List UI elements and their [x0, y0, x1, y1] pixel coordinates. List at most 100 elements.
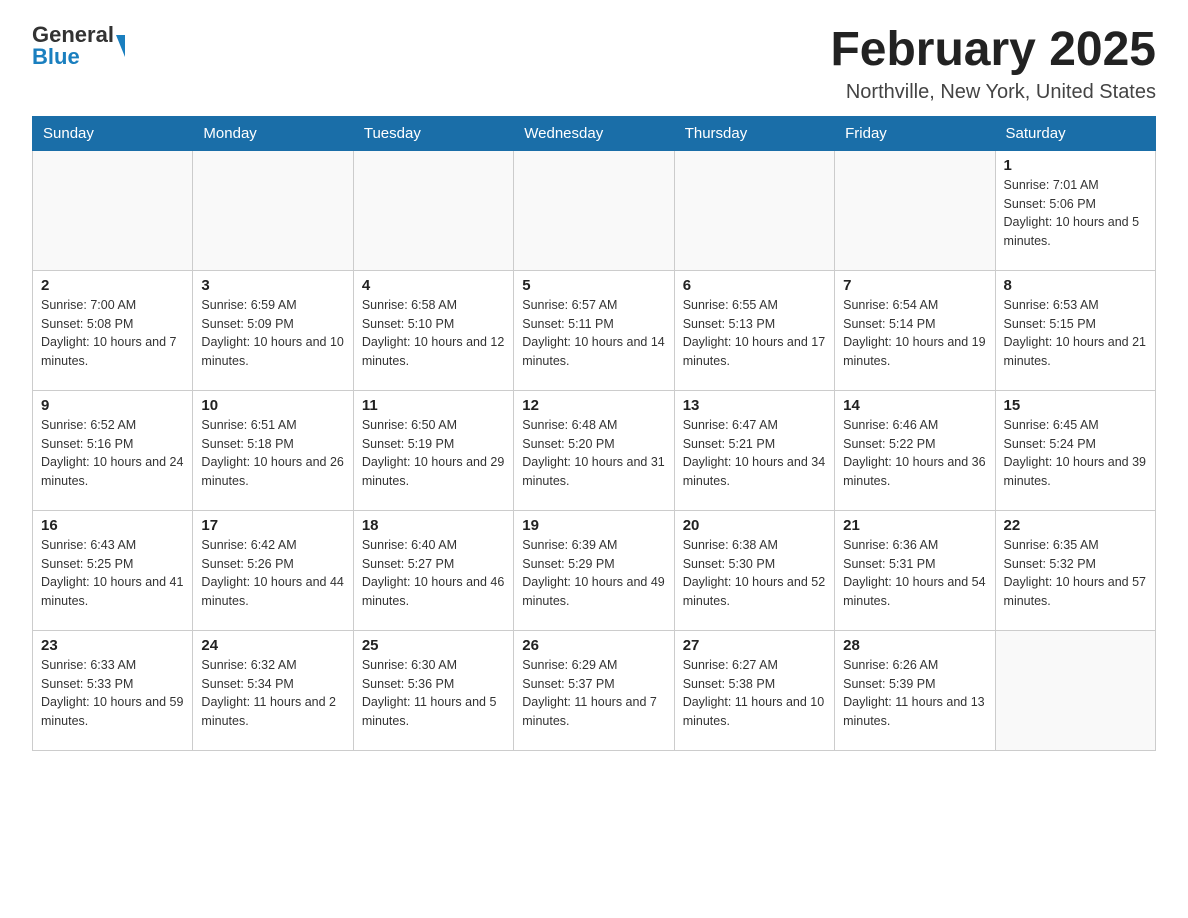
calendar-header-saturday: Saturday — [995, 116, 1155, 150]
calendar-header-row: SundayMondayTuesdayWednesdayThursdayFrid… — [33, 116, 1156, 150]
calendar-day-cell — [193, 150, 353, 270]
calendar-day-cell: 20Sunrise: 6:38 AM Sunset: 5:30 PM Dayli… — [674, 510, 834, 630]
day-number: 23 — [41, 637, 184, 654]
calendar-day-cell: 18 Sunrise: 6:40 AM Sunset: 5:27 PM Dayli… — [353, 510, 513, 630]
day-number: 18 — [362, 517, 505, 534]
day-number: 14 — [843, 397, 986, 414]
day-number: 12 — [522, 397, 665, 414]
calendar-week-2: 9 Sunrise: 6:52 AM Sunset: 5:16 PM Daylig… — [33, 390, 1156, 510]
day-number: 22 — [1004, 517, 1147, 534]
calendar-day-cell: 4 Sunrise: 6:58 AM Sunset: 5:10 PM Daylig… — [353, 270, 513, 390]
day-number: 27 — [683, 637, 826, 654]
day-info: Sunrise: 6:40 AM Sunset: 5:27 PM Dayligh… — [362, 536, 505, 611]
calendar-day-cell: 17 Sunrise: 6:42 AM Sunset: 5:26 PM Dayli… — [193, 510, 353, 630]
calendar: SundayMondayTuesdayWednesdayThursdayFrid… — [32, 116, 1156, 751]
calendar-day-cell: 14 Sunrise: 6:46 AM Sunset: 5:22 PM Dayli… — [835, 390, 995, 510]
day-info: Sunrise: 6:32 AM Sunset: 5:34 PM Dayligh… — [201, 656, 344, 731]
day-number: 24 — [201, 637, 344, 654]
day-number: 2 — [41, 277, 184, 294]
day-number: 28 — [843, 637, 986, 654]
day-info: Sunrise: 6:26 AM Sunset: 5:39 PM Dayligh… — [843, 656, 986, 731]
calendar-day-cell: 21 Sunrise: 6:36 AM Sunset: 5:31 PM Dayli… — [835, 510, 995, 630]
calendar-week-0: 1 Sunrise: 7:01 AM Sunset: 5:06 PM Daylig… — [33, 150, 1156, 270]
logo-blue: Blue — [32, 46, 114, 68]
calendar-header-monday: Monday — [193, 116, 353, 150]
day-number: 4 — [362, 277, 505, 294]
calendar-week-1: 2Sunrise: 7:00 AM Sunset: 5:08 PM Daylig… — [33, 270, 1156, 390]
month-title: February 2025 — [830, 24, 1156, 77]
calendar-header-thursday: Thursday — [674, 116, 834, 150]
logo-general: General — [32, 24, 114, 46]
day-info: Sunrise: 6:55 AM Sunset: 5:13 PM Dayligh… — [683, 296, 826, 371]
day-info: Sunrise: 6:58 AM Sunset: 5:10 PM Dayligh… — [362, 296, 505, 371]
calendar-day-cell — [835, 150, 995, 270]
day-info: Sunrise: 6:45 AM Sunset: 5:24 PM Dayligh… — [1004, 416, 1147, 491]
calendar-day-cell: 22Sunrise: 6:35 AM Sunset: 5:32 PM Dayli… — [995, 510, 1155, 630]
day-number: 9 — [41, 397, 184, 414]
calendar-header-wednesday: Wednesday — [514, 116, 674, 150]
calendar-day-cell: 1 Sunrise: 7:01 AM Sunset: 5:06 PM Daylig… — [995, 150, 1155, 270]
calendar-day-cell — [33, 150, 193, 270]
calendar-week-4: 23 Sunrise: 6:33 AM Sunset: 5:33 PM Dayli… — [33, 630, 1156, 750]
calendar-day-cell: 28 Sunrise: 6:26 AM Sunset: 5:39 PM Dayli… — [835, 630, 995, 750]
day-info: Sunrise: 6:36 AM Sunset: 5:31 PM Dayligh… — [843, 536, 986, 611]
day-info: Sunrise: 6:47 AM Sunset: 5:21 PM Dayligh… — [683, 416, 826, 491]
day-info: Sunrise: 6:33 AM Sunset: 5:33 PM Dayligh… — [41, 656, 184, 731]
day-number: 26 — [522, 637, 665, 654]
day-number: 1 — [1004, 157, 1147, 174]
day-number: 6 — [683, 277, 826, 294]
day-number: 10 — [201, 397, 344, 414]
day-number: 25 — [362, 637, 505, 654]
calendar-day-cell: 27Sunrise: 6:27 AM Sunset: 5:38 PM Dayli… — [674, 630, 834, 750]
calendar-day-cell: 25 Sunrise: 6:30 AM Sunset: 5:36 PM Dayli… — [353, 630, 513, 750]
page-header: General Blue February 2025 Northville, N… — [32, 24, 1156, 104]
day-number: 13 — [683, 397, 826, 414]
day-number: 8 — [1004, 277, 1147, 294]
calendar-day-cell — [995, 630, 1155, 750]
calendar-day-cell — [353, 150, 513, 270]
day-number: 11 — [362, 397, 505, 414]
title-section: February 2025 Northville, New York, Unit… — [830, 24, 1156, 104]
logo: General Blue — [32, 24, 125, 68]
calendar-day-cell: 12 Sunrise: 6:48 AM Sunset: 5:20 PM Dayli… — [514, 390, 674, 510]
day-info: Sunrise: 6:52 AM Sunset: 5:16 PM Dayligh… — [41, 416, 184, 491]
day-info: Sunrise: 7:01 AM Sunset: 5:06 PM Dayligh… — [1004, 176, 1147, 251]
calendar-header-tuesday: Tuesday — [353, 116, 513, 150]
calendar-day-cell: 15 Sunrise: 6:45 AM Sunset: 5:24 PM Dayli… — [995, 390, 1155, 510]
logo-triangle-icon — [116, 35, 125, 57]
day-number: 17 — [201, 517, 344, 534]
day-info: Sunrise: 6:46 AM Sunset: 5:22 PM Dayligh… — [843, 416, 986, 491]
calendar-day-cell: 9 Sunrise: 6:52 AM Sunset: 5:16 PM Daylig… — [33, 390, 193, 510]
day-info: Sunrise: 6:42 AM Sunset: 5:26 PM Dayligh… — [201, 536, 344, 611]
day-info: Sunrise: 6:53 AM Sunset: 5:15 PM Dayligh… — [1004, 296, 1147, 371]
day-info: Sunrise: 6:48 AM Sunset: 5:20 PM Dayligh… — [522, 416, 665, 491]
day-number: 19 — [522, 517, 665, 534]
day-info: Sunrise: 6:30 AM Sunset: 5:36 PM Dayligh… — [362, 656, 505, 731]
day-info: Sunrise: 6:38 AM Sunset: 5:30 PM Dayligh… — [683, 536, 826, 611]
calendar-day-cell: 13 Sunrise: 6:47 AM Sunset: 5:21 PM Dayli… — [674, 390, 834, 510]
day-info: Sunrise: 6:54 AM Sunset: 5:14 PM Dayligh… — [843, 296, 986, 371]
calendar-day-cell: 26 Sunrise: 6:29 AM Sunset: 5:37 PM Dayli… — [514, 630, 674, 750]
day-number: 15 — [1004, 397, 1147, 414]
day-number: 5 — [522, 277, 665, 294]
day-info: Sunrise: 6:59 AM Sunset: 5:09 PM Dayligh… — [201, 296, 344, 371]
calendar-day-cell: 10 Sunrise: 6:51 AM Sunset: 5:18 PM Dayli… — [193, 390, 353, 510]
calendar-day-cell: 23 Sunrise: 6:33 AM Sunset: 5:33 PM Dayli… — [33, 630, 193, 750]
day-number: 7 — [843, 277, 986, 294]
day-info: Sunrise: 6:50 AM Sunset: 5:19 PM Dayligh… — [362, 416, 505, 491]
day-info: Sunrise: 6:29 AM Sunset: 5:37 PM Dayligh… — [522, 656, 665, 731]
day-number: 21 — [843, 517, 986, 534]
day-number: 3 — [201, 277, 344, 294]
location: Northville, New York, United States — [830, 81, 1156, 104]
calendar-day-cell: 24 Sunrise: 6:32 AM Sunset: 5:34 PM Dayli… — [193, 630, 353, 750]
day-info: Sunrise: 6:39 AM Sunset: 5:29 PM Dayligh… — [522, 536, 665, 611]
calendar-day-cell: 6 Sunrise: 6:55 AM Sunset: 5:13 PM Daylig… — [674, 270, 834, 390]
calendar-week-3: 16 Sunrise: 6:43 AM Sunset: 5:25 PM Dayli… — [33, 510, 1156, 630]
calendar-header-sunday: Sunday — [33, 116, 193, 150]
calendar-day-cell — [514, 150, 674, 270]
day-info: Sunrise: 6:51 AM Sunset: 5:18 PM Dayligh… — [201, 416, 344, 491]
day-number: 16 — [41, 517, 184, 534]
day-info: Sunrise: 6:43 AM Sunset: 5:25 PM Dayligh… — [41, 536, 184, 611]
calendar-day-cell: 8 Sunrise: 6:53 AM Sunset: 5:15 PM Daylig… — [995, 270, 1155, 390]
calendar-day-cell: 16 Sunrise: 6:43 AM Sunset: 5:25 PM Dayli… — [33, 510, 193, 630]
